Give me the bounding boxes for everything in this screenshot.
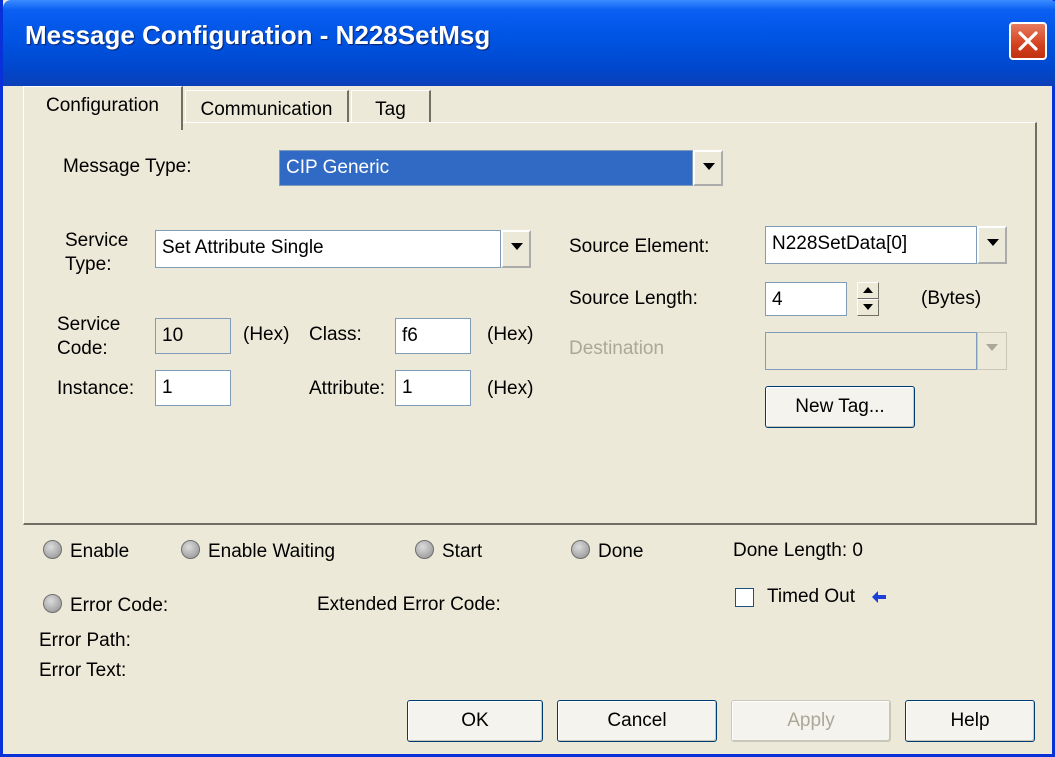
destination-combo — [765, 332, 977, 370]
error-code-label: Error Code: — [70, 595, 169, 616]
source-element-combo[interactable]: N228SetData[0] — [765, 226, 977, 264]
start-status-icon — [415, 540, 434, 559]
class-value: f6 — [402, 325, 418, 346]
apply-label: Apply — [787, 710, 835, 731]
close-icon — [1018, 31, 1038, 51]
message-type-label: Message Type: — [63, 156, 192, 177]
message-type-dropdown-button[interactable] — [693, 150, 723, 186]
attribute-field[interactable]: 1 — [395, 370, 471, 406]
class-label: Class: — [309, 324, 362, 345]
window-title: Message Configuration - N228SetMsg — [25, 20, 491, 50]
tab-configuration[interactable]: Configuration — [23, 86, 183, 130]
enable-indicator: Enable — [43, 540, 129, 563]
source-element-label: Source Element: — [569, 236, 710, 257]
chevron-down-icon — [986, 344, 998, 351]
spin-up-button[interactable] — [857, 282, 879, 299]
enable-label: Enable — [70, 541, 130, 562]
instance-value: 1 — [162, 377, 173, 398]
ok-button[interactable]: OK — [407, 700, 543, 742]
service-code-value: 10 — [162, 325, 184, 346]
class-field[interactable]: f6 — [395, 318, 471, 354]
close-button[interactable] — [1009, 22, 1047, 60]
timed-out-checkbox[interactable] — [735, 588, 754, 607]
title-bar[interactable]: Message Configuration - N228SetMsg — [3, 0, 1055, 86]
instance-label: Instance: — [57, 378, 135, 399]
service-code-label-line2: Code: — [57, 338, 108, 359]
error-code-indicator: Error Code: — [43, 594, 168, 617]
service-type-dropdown-button[interactable] — [501, 230, 531, 268]
error-path-label: Error Path: — [39, 630, 131, 651]
destination-label: Destination — [569, 338, 665, 359]
arrow-left-icon — [872, 591, 886, 603]
done-length-label: Done Length: 0 — [733, 540, 863, 561]
extended-error-code-label: Extended Error Code: — [317, 594, 501, 615]
spin-down-button[interactable] — [857, 299, 879, 316]
message-configuration-dialog: Message Configuration - N228SetMsg Confi… — [0, 0, 1055, 757]
new-tag-label: New Tag... — [795, 396, 885, 417]
source-length-value: 4 — [772, 289, 783, 310]
help-button[interactable]: Help — [905, 700, 1035, 742]
bytes-label: (Bytes) — [921, 288, 982, 309]
source-element-value: N228SetData[0] — [772, 233, 908, 254]
service-code-field: 10 — [155, 318, 231, 354]
spin-up-icon — [863, 287, 873, 293]
enable-waiting-status-icon — [181, 540, 200, 559]
ok-label: OK — [461, 710, 489, 731]
service-type-value: Set Attribute Single — [162, 237, 324, 258]
done-indicator: Done — [571, 540, 643, 563]
tab-label: Tag — [375, 99, 406, 120]
cancel-button[interactable]: Cancel — [557, 700, 717, 742]
source-length-label: Source Length: — [569, 288, 698, 309]
chevron-down-icon — [703, 163, 715, 170]
source-length-field[interactable]: 4 — [765, 282, 847, 316]
error-text-label: Error Text: — [39, 660, 127, 681]
attribute-hex-label: (Hex) — [487, 378, 534, 399]
error-code-status-icon — [43, 594, 62, 613]
start-label: Start — [442, 541, 483, 562]
instance-field[interactable]: 1 — [155, 370, 231, 406]
chevron-down-icon — [511, 243, 523, 250]
tab-label: Configuration — [45, 95, 160, 116]
source-element-dropdown-button[interactable] — [977, 226, 1007, 264]
done-status-icon — [571, 540, 590, 559]
service-type-label-line2: Type: — [65, 254, 112, 275]
apply-button: Apply — [731, 700, 891, 742]
attribute-label: Attribute: — [309, 378, 386, 399]
done-label: Done — [598, 541, 644, 562]
message-type-value: CIP Generic — [286, 157, 390, 178]
source-length-spinner[interactable] — [857, 282, 879, 316]
service-type-label-line1: Service — [65, 230, 129, 251]
tab-label: Communication — [200, 99, 333, 120]
service-code-hex-label: (Hex) — [243, 324, 290, 345]
help-label: Help — [950, 710, 990, 731]
new-tag-button[interactable]: New Tag... — [765, 386, 915, 428]
cancel-label: Cancel — [607, 710, 667, 731]
timed-out-label: Timed Out — [767, 586, 855, 607]
service-code-label-line1: Service — [57, 314, 121, 335]
service-type-combo[interactable]: Set Attribute Single — [155, 230, 501, 268]
class-hex-label: (Hex) — [487, 324, 534, 345]
enable-status-icon — [43, 540, 62, 559]
enable-waiting-indicator: Enable Waiting — [181, 540, 335, 563]
start-indicator: Start — [415, 540, 482, 563]
spin-down-icon — [863, 304, 873, 310]
message-type-combo[interactable]: CIP Generic — [279, 150, 693, 186]
destination-dropdown-button — [977, 332, 1007, 370]
enable-waiting-label: Enable Waiting — [208, 541, 336, 562]
attribute-value: 1 — [402, 377, 413, 398]
chevron-down-icon — [987, 239, 999, 246]
